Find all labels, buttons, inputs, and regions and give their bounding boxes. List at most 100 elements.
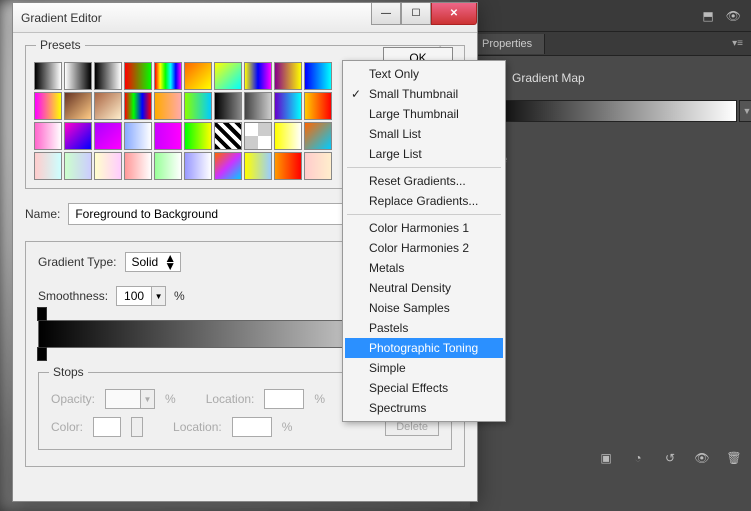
eye-icon[interactable]: 👁 (726, 9, 741, 23)
menu-item[interactable]: Large Thumbnail (345, 104, 503, 124)
preset-swatch[interactable] (244, 92, 272, 120)
preset-swatch[interactable] (304, 152, 332, 180)
preset-swatch[interactable] (34, 122, 62, 150)
preset-swatch[interactable] (274, 122, 302, 150)
preset-swatch[interactable] (274, 62, 302, 90)
select-arrows-icon: ▲▼ (164, 254, 176, 270)
opacity-location-input (264, 389, 304, 409)
reset-icon[interactable]: ↺ (661, 451, 679, 467)
properties-panel-body: Gradient Map ▼ er erse (470, 56, 751, 184)
preset-swatch[interactable] (34, 152, 62, 180)
menu-item[interactable]: Pastels (345, 318, 503, 338)
color-label: Color: (51, 420, 83, 434)
preset-swatch[interactable] (214, 122, 242, 150)
preset-swatch[interactable] (64, 122, 92, 150)
preset-swatch[interactable] (34, 92, 62, 120)
gradient-type-select[interactable]: Solid ▲▼ (125, 252, 182, 272)
menu-item[interactable]: Replace Gradients... (345, 191, 503, 211)
preset-swatch[interactable] (304, 92, 332, 120)
properties-title: Gradient Map (512, 71, 585, 85)
preset-swatch[interactable] (184, 62, 212, 90)
preset-swatch[interactable] (304, 122, 332, 150)
adjustment-icon[interactable]: ▣ (597, 451, 615, 467)
smoothness-input[interactable] (117, 287, 151, 305)
preset-swatch[interactable] (64, 92, 92, 120)
opacity-label: Opacity: (51, 392, 95, 406)
smoothness-label: Smoothness: (38, 289, 108, 303)
menu-item[interactable]: Large List (345, 144, 503, 164)
dither-row: er (484, 134, 737, 148)
menu-item[interactable]: Simple (345, 358, 503, 378)
gradient-dropdown-icon[interactable]: ▼ (739, 100, 751, 122)
menu-item[interactable]: Special Effects (345, 378, 503, 398)
preset-swatch[interactable] (94, 122, 122, 150)
preset-swatch[interactable] (124, 152, 152, 180)
menu-item[interactable]: Metals (345, 258, 503, 278)
preset-swatch[interactable] (244, 62, 272, 90)
gradient-preview[interactable] (484, 100, 737, 122)
color-location-unit: % (282, 420, 293, 434)
presets-context-menu: Text OnlySmall ThumbnailLarge ThumbnailS… (342, 60, 506, 422)
menu-item[interactable]: Neutral Density (345, 278, 503, 298)
opacity-location-unit: % (314, 392, 325, 406)
menu-item[interactable]: Photographic Toning (345, 338, 503, 358)
menu-item[interactable]: Text Only (345, 64, 503, 84)
preset-swatch[interactable] (124, 62, 152, 90)
color-stop-left[interactable] (37, 347, 47, 361)
maximize-button[interactable]: ☐ (401, 3, 431, 25)
preset-swatch[interactable] (244, 152, 272, 180)
right-panel-stack: ⬒ 👁 Properties ▾≡ Gradient Map ▼ er erse… (470, 0, 751, 511)
gradient-type-value: Solid (132, 255, 159, 269)
menu-item[interactable]: Color Harmonies 2 (345, 238, 503, 258)
preset-swatch[interactable] (154, 122, 182, 150)
preset-swatch[interactable] (154, 152, 182, 180)
clip-mask-icon[interactable]: ◔ (629, 451, 647, 467)
preset-swatch[interactable] (214, 92, 242, 120)
opacity-stop-left[interactable] (37, 307, 47, 321)
panel-menu-icon[interactable]: ▾≡ (732, 38, 751, 49)
preset-swatch[interactable] (34, 62, 62, 90)
preset-swatch[interactable] (214, 152, 242, 180)
smoothness-unit: % (174, 289, 185, 303)
close-button[interactable]: ✕ (431, 3, 477, 25)
opacity-input: ▼ (105, 389, 155, 409)
spinner-down-icon[interactable]: ▼ (151, 287, 165, 305)
preset-swatch[interactable] (184, 92, 212, 120)
preset-swatch[interactable] (184, 122, 212, 150)
menu-item[interactable]: Reset Gradients... (345, 171, 503, 191)
menu-item[interactable]: Color Harmonies 1 (345, 218, 503, 238)
preset-swatch[interactable] (304, 62, 332, 90)
visibility-icon[interactable]: 👁 (693, 451, 711, 467)
dialog-titlebar[interactable]: Gradient Editor — ☐ ✕ (13, 3, 477, 33)
preset-swatch[interactable] (124, 92, 152, 120)
menu-item[interactable]: Noise Samples (345, 298, 503, 318)
preset-swatch[interactable] (154, 92, 182, 120)
preset-swatch[interactable] (274, 92, 302, 120)
menu-item[interactable]: Small Thumbnail (345, 84, 503, 104)
menu-item[interactable]: Small List (345, 124, 503, 144)
tab-properties[interactable]: Properties (470, 34, 545, 54)
preset-swatch[interactable] (244, 122, 272, 150)
preset-swatch[interactable] (94, 62, 122, 90)
dialog-title: Gradient Editor (21, 11, 371, 25)
color-location-input (232, 417, 272, 437)
minimize-button[interactable]: — (371, 3, 401, 25)
menu-item[interactable]: Spectrums (345, 398, 503, 418)
properties-footer: ▣ ◔ ↺ 👁 🗑 (597, 451, 743, 467)
trash-icon[interactable]: 🗑 (725, 451, 743, 467)
preset-swatch[interactable] (184, 152, 212, 180)
preset-swatch[interactable] (124, 122, 152, 150)
preset-swatch[interactable] (214, 62, 242, 90)
name-label: Name: (25, 207, 60, 221)
preset-swatch[interactable] (94, 92, 122, 120)
color-swatch-input (93, 417, 121, 437)
preset-swatch[interactable] (64, 62, 92, 90)
preset-swatch[interactable] (274, 152, 302, 180)
preset-swatch[interactable] (154, 62, 182, 90)
preset-swatch[interactable] (94, 152, 122, 180)
smoothness-spinner[interactable]: ▼ (116, 286, 166, 306)
chain-icon[interactable]: ⬒ (702, 9, 713, 23)
preset-swatch[interactable] (64, 152, 92, 180)
window-buttons: — ☐ ✕ (371, 3, 477, 25)
opacity-unit: % (165, 392, 176, 406)
